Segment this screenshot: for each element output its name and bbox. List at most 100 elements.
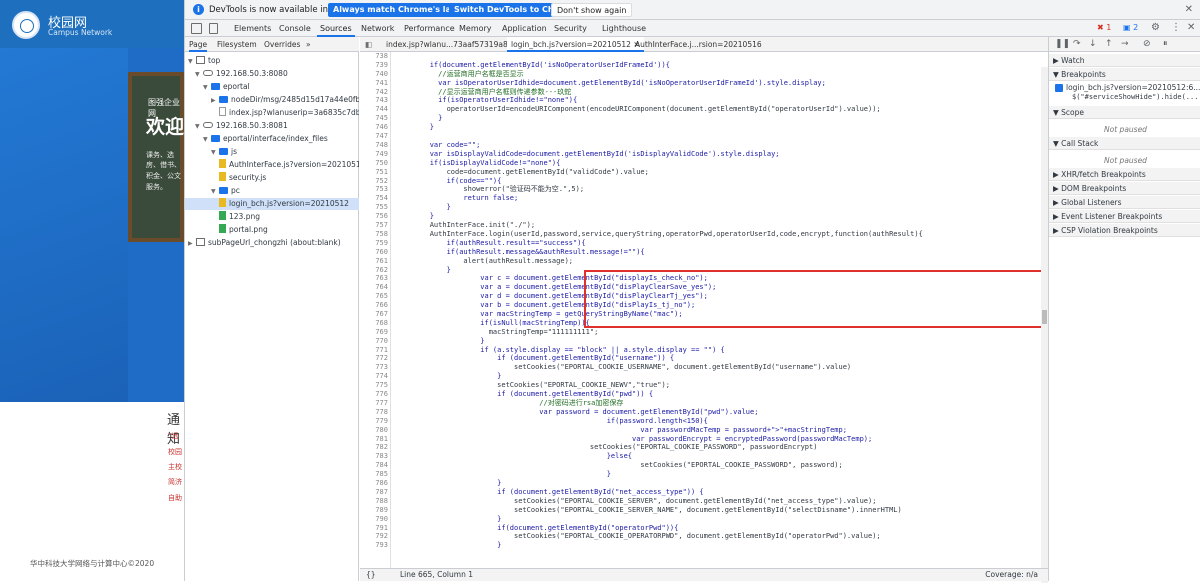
nav-more[interactable]: » xyxy=(306,37,311,52)
line-number[interactable]: 782 xyxy=(360,443,388,452)
tree-item[interactable]: ▼ top xyxy=(185,55,359,67)
line-number[interactable]: 793 xyxy=(360,541,388,550)
line-number[interactable]: 789 xyxy=(360,506,388,515)
tree-item[interactable]: AuthInterFace.js?version=20210516 xyxy=(185,159,359,171)
line-number[interactable]: 748 xyxy=(360,141,388,150)
line-number[interactable]: 750 xyxy=(360,159,388,168)
section-scope[interactable]: ▼ Scope xyxy=(1049,106,1200,119)
line-number[interactable]: 751 xyxy=(360,168,388,177)
notice-link[interactable]: “远 xyxy=(168,431,179,441)
close-devtools-icon[interactable]: ✕ xyxy=(1187,22,1195,33)
line-number[interactable]: 739 xyxy=(360,61,388,70)
step-into-icon[interactable]: ↓ xyxy=(1089,39,1097,49)
line-number[interactable]: 783 xyxy=(360,452,388,461)
tab-performance[interactable]: Performance xyxy=(404,20,455,37)
line-number[interactable]: 752 xyxy=(360,177,388,186)
tab-lighthouse[interactable]: Lighthouse xyxy=(602,20,646,37)
line-number[interactable]: 759 xyxy=(360,239,388,248)
device-toolbar-icon[interactable] xyxy=(209,23,218,34)
line-number[interactable]: 777 xyxy=(360,399,388,408)
line-number[interactable]: 785 xyxy=(360,470,388,479)
code-view[interactable]: 738 739 if(document.getElementById('isNoO… xyxy=(360,52,1098,583)
line-number[interactable]: 753 xyxy=(360,185,388,194)
line-number[interactable]: 778 xyxy=(360,408,388,417)
line-number[interactable]: 787 xyxy=(360,488,388,497)
nav-tab-filesystem[interactable]: Filesystem xyxy=(217,37,257,52)
section-csp-breakpoints[interactable]: ▶ CSP Violation Breakpoints xyxy=(1049,224,1200,237)
more-icon[interactable]: ⋮ xyxy=(1171,22,1181,33)
line-number[interactable]: 776 xyxy=(360,390,388,399)
tree-item[interactable]: ▼ eportal/interface/index_files xyxy=(185,133,359,145)
line-number[interactable]: 764 xyxy=(360,283,388,292)
pretty-print-icon[interactable]: {} xyxy=(366,569,376,581)
notice-link[interactable]: 校园 xyxy=(168,447,182,457)
section-dom-breakpoints[interactable]: ▶ DOM Breakpoints xyxy=(1049,182,1200,195)
section-call-stack[interactable]: ▼ Call Stack xyxy=(1049,137,1200,150)
editor-tab[interactable]: AuthInterFace.j...rsion=20210516 xyxy=(635,37,762,52)
tree-item[interactable]: security.js xyxy=(185,172,359,184)
tree-item[interactable]: ▼ eportal xyxy=(185,81,359,93)
notice-link[interactable]: 主校 xyxy=(168,462,182,472)
line-number[interactable]: 772 xyxy=(360,354,388,363)
line-number[interactable]: 784 xyxy=(360,461,388,470)
tab-security[interactable]: Security xyxy=(554,20,587,37)
line-number[interactable]: 743 xyxy=(360,96,388,105)
line-number[interactable]: 780 xyxy=(360,426,388,435)
line-number[interactable]: 769 xyxy=(360,328,388,337)
tree-item[interactable]: ▼ pc xyxy=(185,185,359,197)
line-number[interactable]: 763 xyxy=(360,274,388,283)
step-out-icon[interactable]: ↑ xyxy=(1105,39,1113,49)
line-number[interactable]: 786 xyxy=(360,479,388,488)
deactivate-breakpoints-icon[interactable]: ⊘ xyxy=(1143,39,1151,49)
editor-tab[interactable]: index.jsp?wlanu...73aaf57319a8f7 xyxy=(386,37,515,52)
section-xhr-breakpoints[interactable]: ▶ XHR/fetch Breakpoints xyxy=(1049,168,1200,181)
line-number[interactable]: 742 xyxy=(360,88,388,97)
tree-item[interactable]: portal.png xyxy=(185,224,359,236)
line-number[interactable]: 760 xyxy=(360,248,388,257)
tab-console[interactable]: Console xyxy=(279,20,311,37)
tree-item[interactable]: ▼ js xyxy=(185,146,359,158)
notice-link[interactable]: 自助 xyxy=(168,493,182,503)
breakpoint-file[interactable]: login_bch.js?version=20210512:6... xyxy=(1066,83,1200,92)
error-badge[interactable]: ✖ 1 xyxy=(1097,23,1111,32)
line-number[interactable]: 792 xyxy=(360,532,388,541)
tab-network[interactable]: Network xyxy=(361,20,394,37)
tab-sources[interactable]: Sources xyxy=(317,20,355,37)
pause-on-exceptions-icon[interactable]: ⏸ xyxy=(1163,39,1168,49)
nav-tab-overrides[interactable]: Overrides xyxy=(264,37,300,52)
section-watch[interactable]: ▶ Watch xyxy=(1049,54,1200,67)
line-number[interactable]: 774 xyxy=(360,372,388,381)
line-number[interactable]: 738 xyxy=(360,52,388,61)
step-icon[interactable]: → xyxy=(1121,39,1129,49)
vertical-scrollbar[interactable] xyxy=(1041,67,1048,583)
line-number[interactable]: 775 xyxy=(360,381,388,390)
line-number[interactable]: 746 xyxy=(360,123,388,132)
tree-item[interactable]: ▶ subPageUrl_chongzhi (about:blank) xyxy=(185,237,359,249)
line-number[interactable]: 781 xyxy=(360,435,388,444)
line-number[interactable]: 749 xyxy=(360,150,388,159)
line-number[interactable]: 745 xyxy=(360,114,388,123)
line-number[interactable]: 770 xyxy=(360,337,388,346)
tree-item[interactable]: index.jsp?wlanuserip=3a6835c7dbe3c1df xyxy=(185,107,359,119)
line-number[interactable]: 766 xyxy=(360,301,388,310)
line-number[interactable]: 744 xyxy=(360,105,388,114)
tree-item[interactable]: ▼ 192.168.50.3:8080 xyxy=(185,68,359,80)
line-number[interactable]: 779 xyxy=(360,417,388,426)
breakpoint-checkbox[interactable] xyxy=(1055,84,1063,92)
line-number[interactable]: 791 xyxy=(360,524,388,533)
line-number[interactable]: 788 xyxy=(360,497,388,506)
line-number[interactable]: 754 xyxy=(360,194,388,203)
line-number[interactable]: 762 xyxy=(360,266,388,275)
line-number[interactable]: 755 xyxy=(360,203,388,212)
editor-tab-active[interactable]: login_bch.js?version=20210512 ✕ xyxy=(507,37,644,52)
tab-elements[interactable]: Elements xyxy=(234,20,271,37)
section-global-listeners[interactable]: ▶ Global Listeners xyxy=(1049,196,1200,209)
notice-link[interactable]: 简济 xyxy=(168,477,182,487)
tab-memory[interactable]: Memory xyxy=(459,20,492,37)
line-number[interactable]: 790 xyxy=(360,515,388,524)
line-number[interactable]: 758 xyxy=(360,230,388,239)
line-number[interactable]: 757 xyxy=(360,221,388,230)
line-number[interactable]: 771 xyxy=(360,346,388,355)
scrollbar-thumb[interactable] xyxy=(1042,310,1047,324)
pause-icon[interactable]: ❚❚ xyxy=(1055,39,1070,49)
